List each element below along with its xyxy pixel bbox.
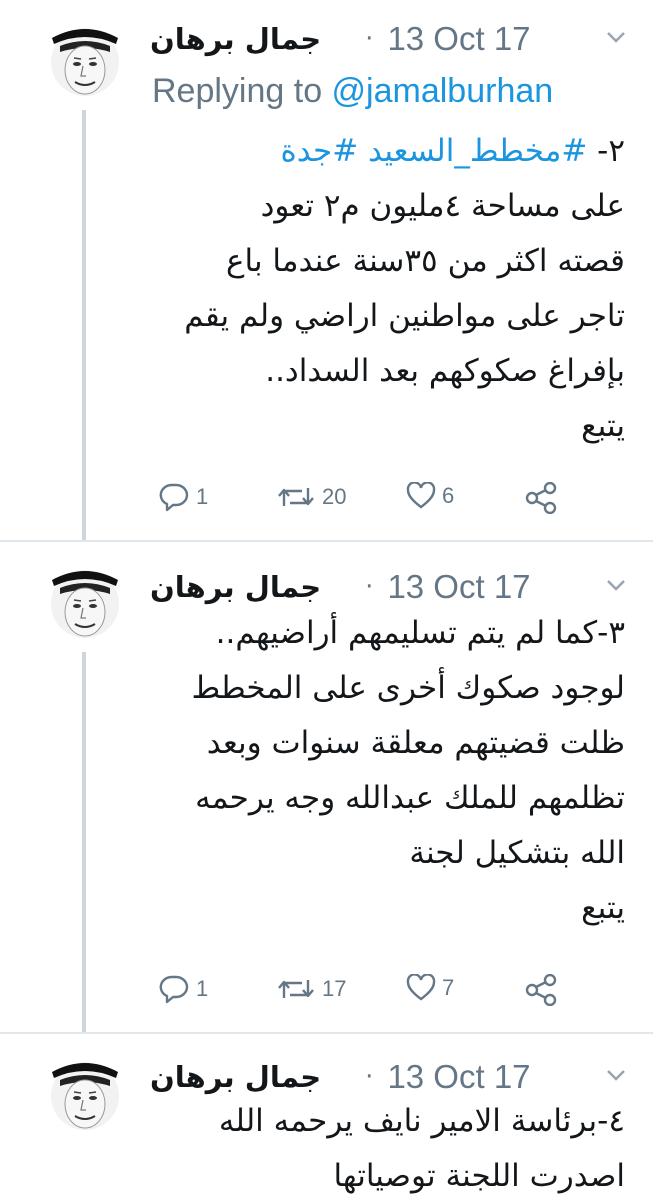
share-icon [525, 974, 557, 1006]
tweet-line: اصدرت اللجنة توصياتها [333, 1158, 625, 1194]
like-button[interactable]: 6 [406, 482, 454, 510]
tweet-text: ٤-برئاسة الامير نايف يرحمه الله اصدرت ال… [150, 1094, 625, 1204]
tweet-line: ظلت قضيتهم معلقة سنوات وبعد [206, 725, 625, 761]
tweet-line: تظلمهم للملك عبدالله وجه يرحمه [195, 780, 625, 816]
avatar[interactable] [50, 1056, 120, 1132]
tweet-date[interactable]: 13 Oct 17 [387, 20, 530, 58]
retweet-icon [278, 980, 314, 998]
heart-icon [406, 974, 436, 1001]
replying-to: Replying to @jamalburhan [152, 72, 553, 111]
share-button[interactable] [524, 974, 558, 1006]
separator: · [365, 572, 374, 602]
mention-link[interactable]: @jamalburhan [332, 72, 554, 110]
tweet-header: جمال برهان · 13 Oct 17 [150, 562, 629, 612]
tweet-line: يتبع [581, 890, 625, 926]
tweet-header: جمال برهان · 13 Oct 17 [150, 14, 629, 64]
like-button[interactable]: 7 [406, 974, 454, 1002]
tweet-text: ٣-كما لم يتم تسليمهم أراضيهم.. لوجود صكو… [150, 606, 625, 936]
reply-icon [159, 975, 189, 1004]
tweet-line: على مساحة ٤مليون م٢ تعود [260, 188, 625, 224]
retweet-icon [278, 488, 314, 506]
action-bar: 1 17 7 [158, 974, 578, 1014]
tweet[interactable]: جمال برهان · 13 Oct 17 Replying to @jama… [0, 0, 653, 540]
retweet-count: 20 [322, 484, 347, 509]
avatar[interactable] [50, 564, 120, 640]
author-name[interactable]: جمال برهان [150, 570, 321, 604]
chevron-down-icon[interactable] [603, 1062, 629, 1088]
tweet-date[interactable]: 13 Oct 17 [387, 1058, 530, 1096]
tweet-line: ٤-برئاسة الامير نايف يرحمه الله [218, 1103, 625, 1139]
retweet-button[interactable]: 20 [276, 482, 346, 512]
reply-button[interactable]: 1 [158, 974, 208, 1004]
tweet-line: ٢- #مخطط_السعيد #جدة [150, 124, 625, 179]
author-name[interactable]: جمال برهان [150, 1060, 321, 1094]
hashtag-link[interactable]: #مخطط_السعيد #جدة [281, 133, 588, 169]
heart-icon [406, 482, 436, 509]
tweet-line: يتبع [581, 408, 625, 444]
separator: · [365, 1062, 374, 1092]
tweet-date[interactable]: 13 Oct 17 [387, 568, 530, 606]
separator: · [365, 24, 374, 54]
share-icon [525, 482, 557, 514]
tweet[interactable]: جمال برهان · 13 Oct 17 ٣-كما لم يتم تسلي… [0, 542, 653, 1032]
retweet-count: 17 [322, 976, 347, 1001]
tweet-line: ٣-كما لم يتم تسليمهم أراضيهم.. [215, 615, 625, 651]
thread-line [82, 110, 86, 540]
reply-icon [159, 483, 189, 512]
tweet[interactable]: جمال برهان · 13 Oct 17 ٤-برئاسة الامير ن… [0, 1034, 653, 1200]
tweet-line: قصته اكثر من ٣٥سنة عندما باع [226, 243, 625, 279]
replying-label: Replying to [152, 72, 332, 110]
reply-count: 1 [196, 484, 209, 509]
like-count: 6 [442, 483, 455, 508]
chevron-down-icon[interactable] [603, 24, 629, 50]
thread-line [82, 652, 86, 1032]
retweet-button[interactable]: 17 [276, 974, 346, 1004]
tweet-line: تاجر على مواطنين اراضي ولم يقم [184, 298, 625, 334]
author-name[interactable]: جمال برهان [150, 22, 321, 56]
tweet-line: لوجود صكوك أخرى على المخطط [191, 670, 625, 706]
reply-button[interactable]: 1 [158, 482, 208, 512]
tweet-line: بإفراغ صكوكهم بعد السداد.. [265, 353, 625, 389]
share-button[interactable] [524, 482, 558, 514]
line-prefix: ٢- [597, 133, 625, 169]
avatar[interactable] [50, 22, 120, 98]
tweet-text: ٢- #مخطط_السعيد #جدة على مساحة ٤مليون م٢… [150, 124, 625, 454]
chevron-down-icon[interactable] [603, 572, 629, 598]
tweet-line: الله بتشكيل لجنة [409, 835, 625, 871]
action-bar: 1 20 6 [158, 482, 578, 522]
reply-count: 1 [196, 976, 209, 1001]
like-count: 7 [442, 975, 455, 1000]
